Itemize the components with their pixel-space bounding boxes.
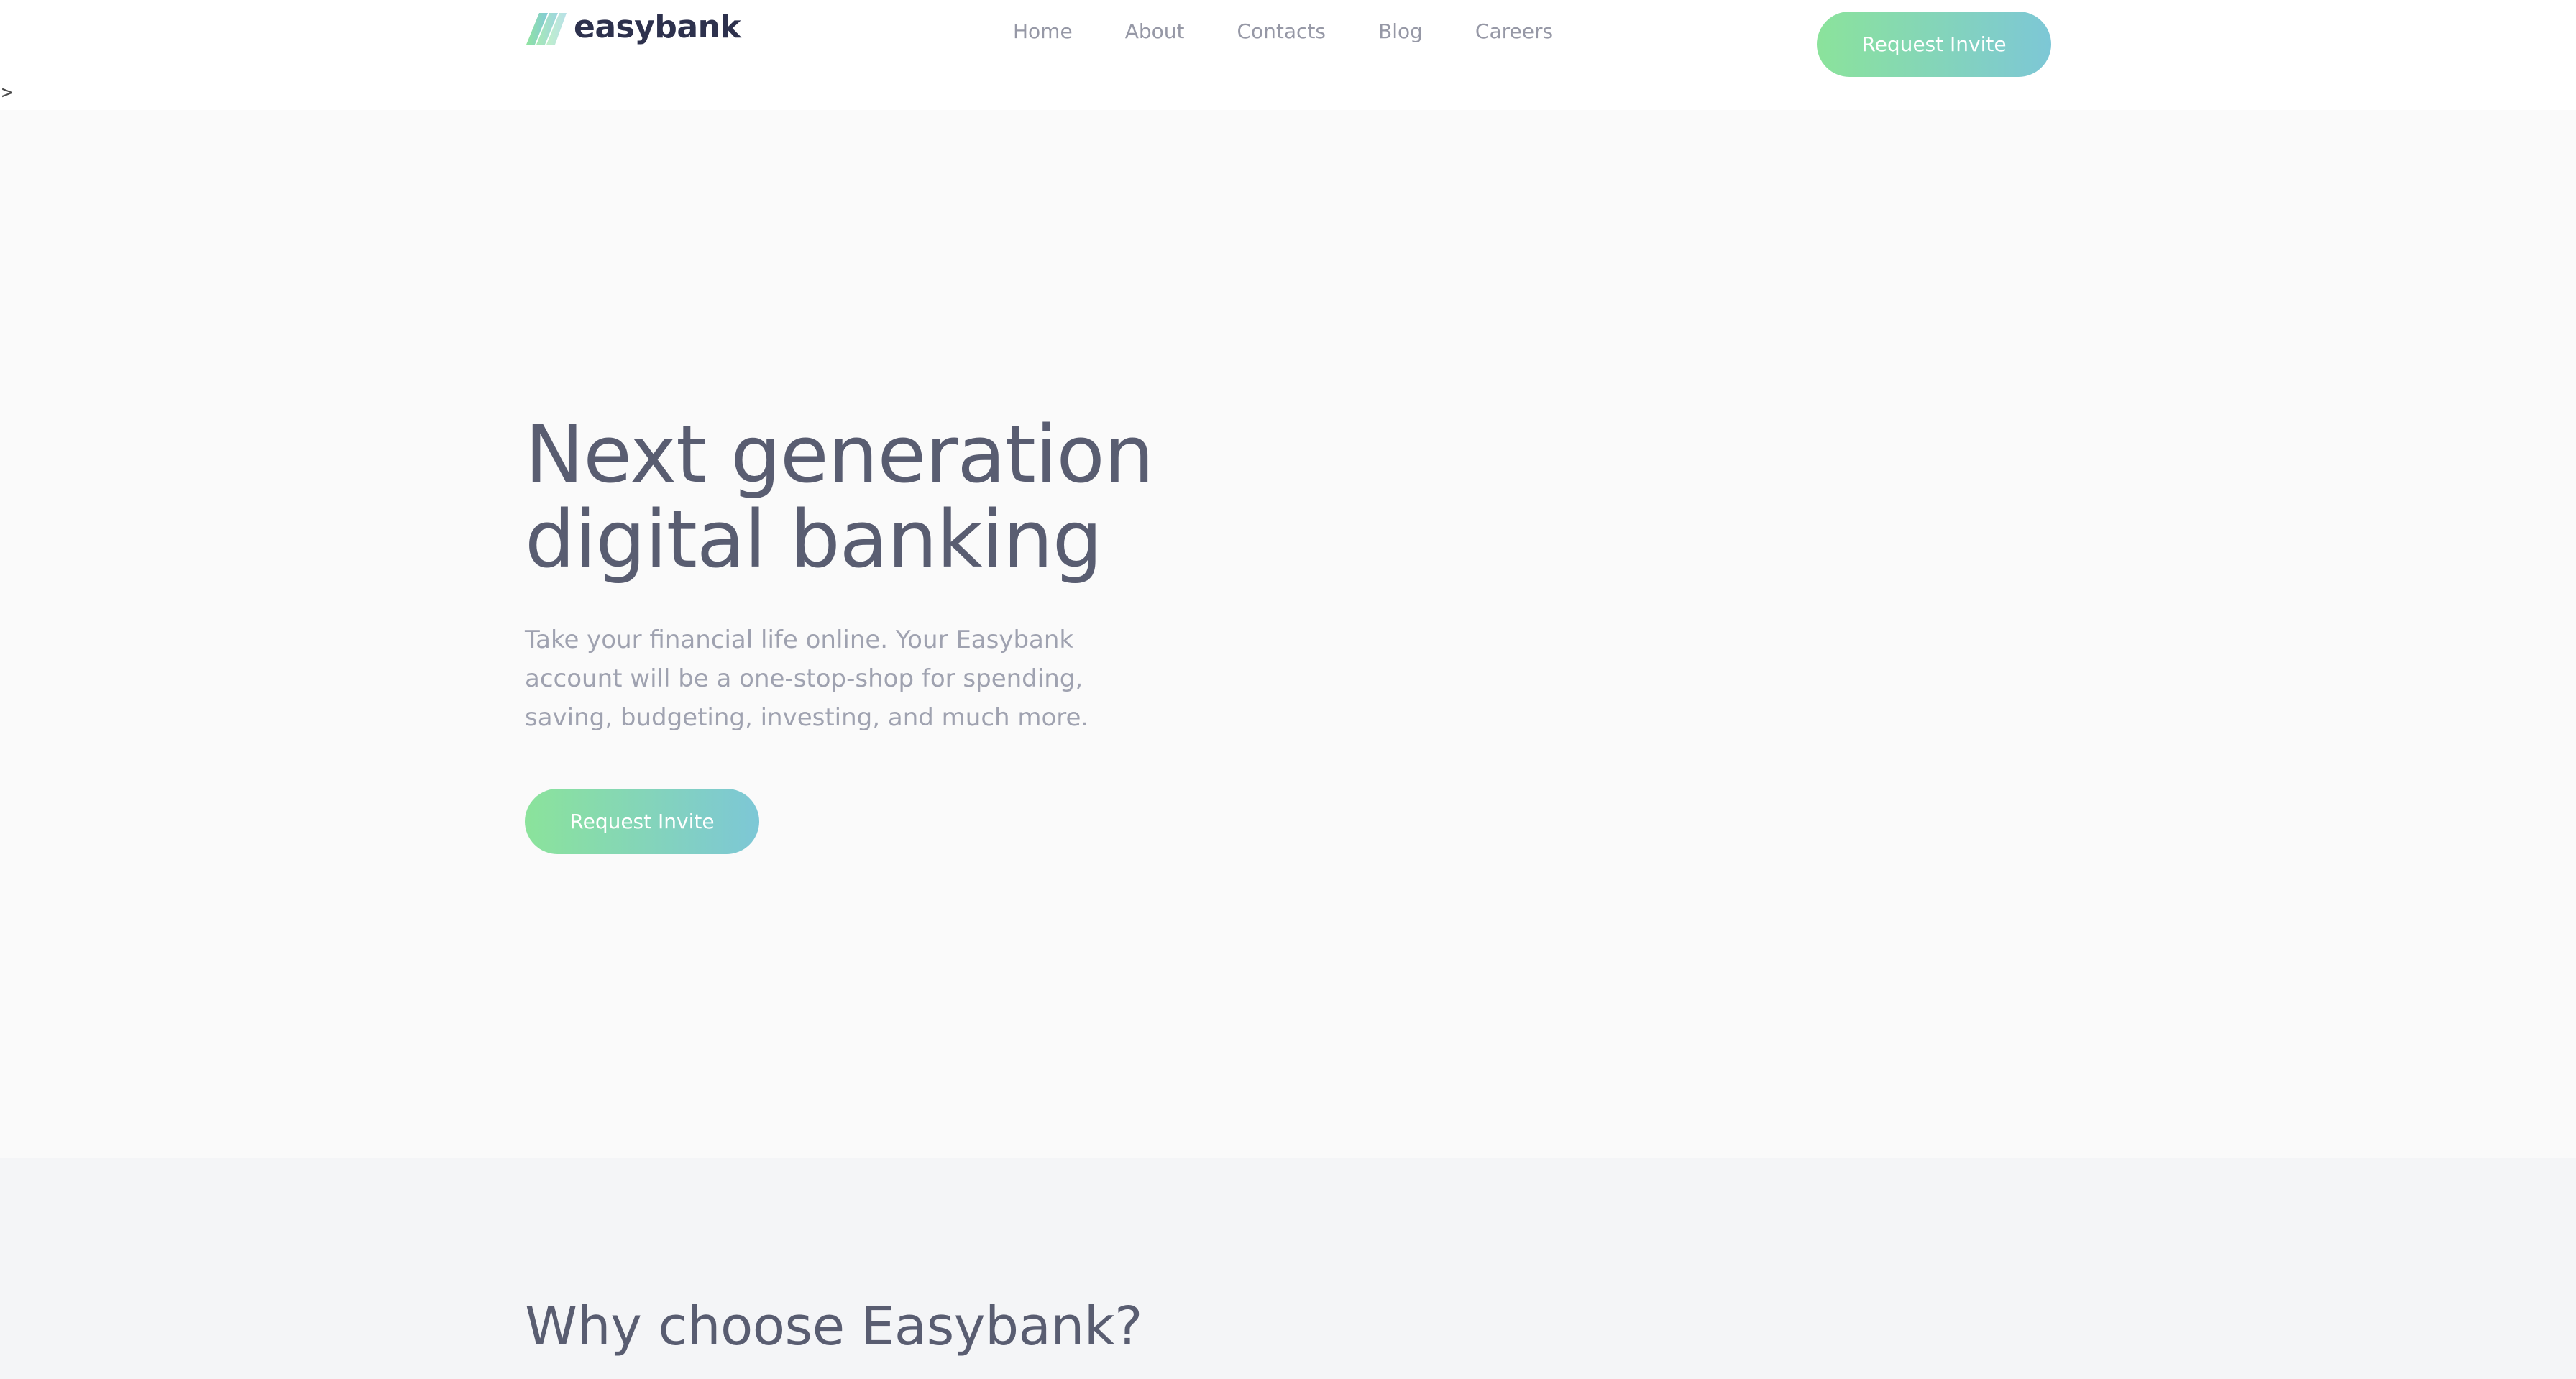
logo[interactable]: easybank (525, 7, 741, 50)
stray-text: > (1, 82, 13, 104)
header-request-invite-button[interactable]: Request Invite (1817, 12, 2051, 77)
hero-title-line-1: Next generation (525, 408, 1154, 500)
nav-blog-link[interactable]: Blog (1378, 22, 1423, 42)
logo-wordmark: easybank (574, 9, 741, 45)
logo-mark-icon (526, 13, 567, 45)
nav-about-link[interactable]: About (1125, 22, 1185, 42)
hero-request-invite-button[interactable]: Request Invite (525, 789, 759, 854)
hero-section: Next generation digital banking Take you… (0, 110, 2576, 1158)
why-section: Why choose Easybank? (0, 1158, 2576, 1379)
hero-title-line-2: digital banking (525, 493, 1103, 585)
nav-careers-link[interactable]: Careers (1475, 22, 1553, 42)
site-header: easybank Home About Contacts Blog Career… (0, 0, 2576, 110)
hero-description: Take your financial life online. Your Ea… (525, 626, 1089, 732)
hero-title: Next generation digital banking (525, 412, 1172, 582)
nav-home-link[interactable]: Home (1013, 22, 1073, 42)
nav-contacts-link[interactable]: Contacts (1237, 22, 1326, 42)
primary-nav: Home About Contacts Blog Careers (1013, 19, 1553, 45)
page: easybank Home About Contacts Blog Career… (0, 0, 2576, 1379)
why-title: Why choose Easybank? (525, 1296, 1142, 1357)
